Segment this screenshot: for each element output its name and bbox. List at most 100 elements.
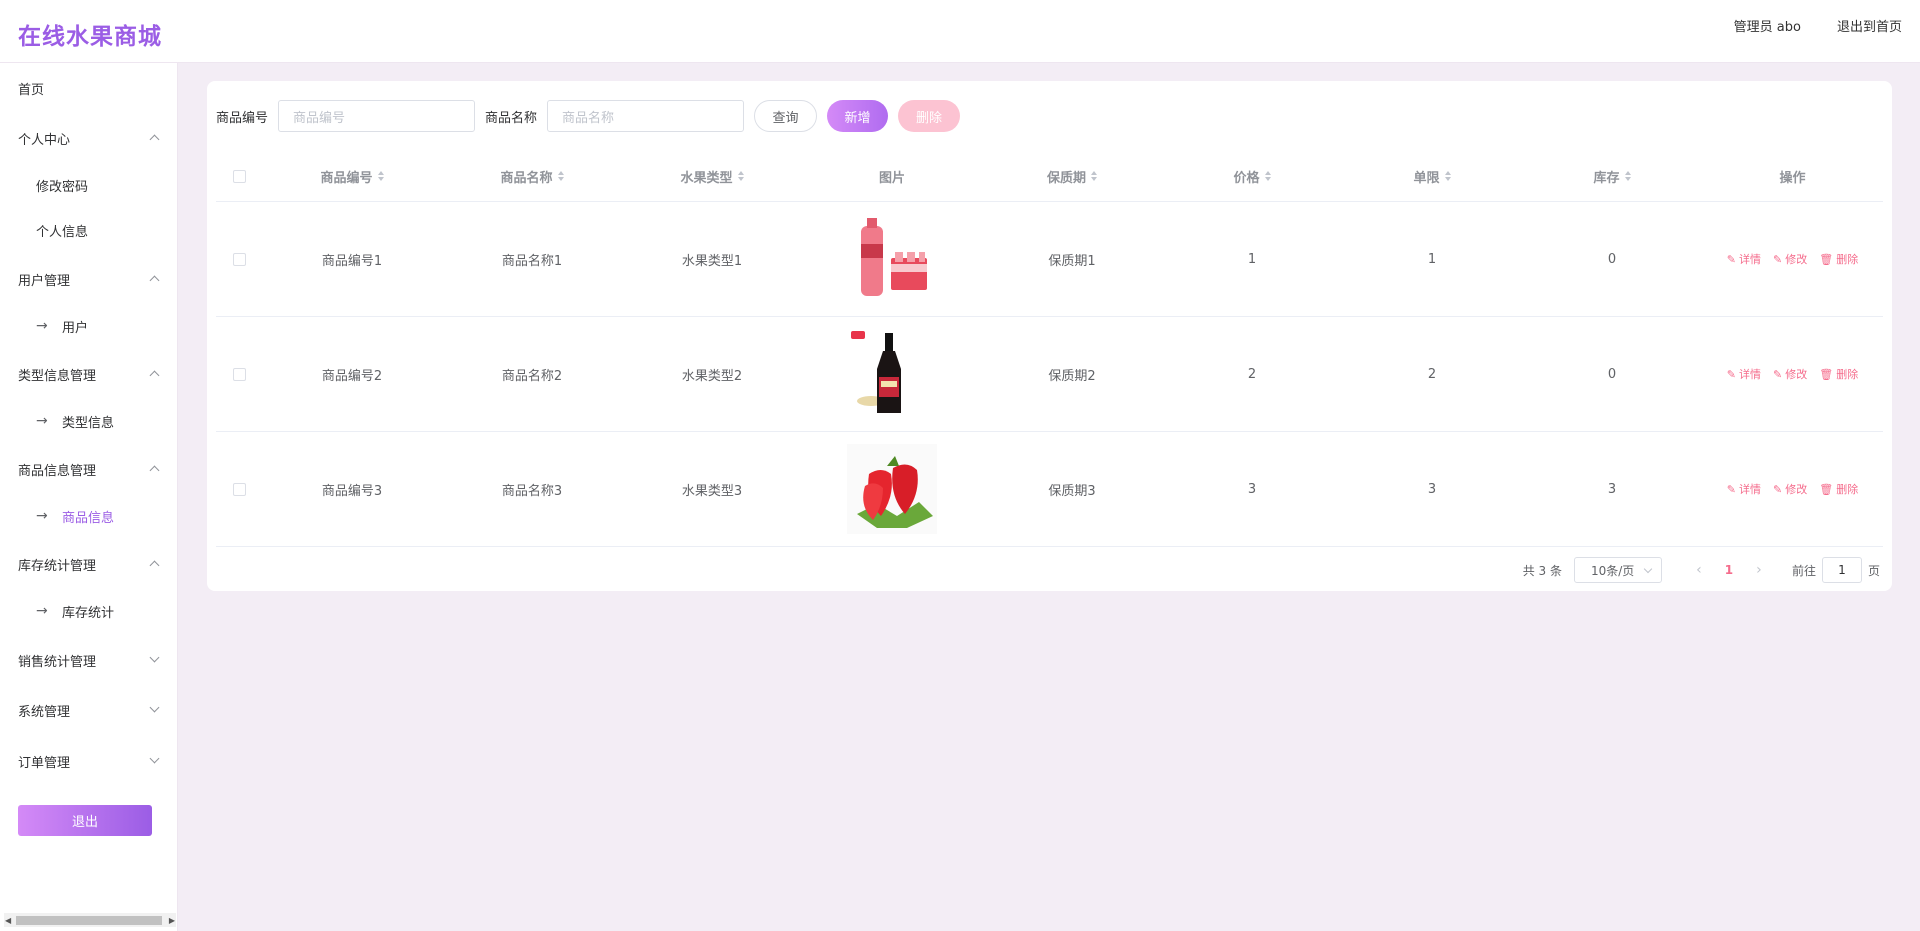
header-stock[interactable]: 库存 [1522,151,1702,201]
cell-image [802,432,982,546]
edit-button[interactable]: ✎ 修改 [1773,481,1807,497]
scroll-thumb[interactable] [16,916,162,925]
cell-stock: 0 [1607,366,1617,382]
sidebar-item-order-mgmt[interactable]: 订单管理 [0,741,178,781]
sidebar-item-goods-info[interactable]: → 商品信息 [0,496,178,536]
name-search-input[interactable]: 商品名称 [547,100,745,132]
sidebar-item-stock-mgmt[interactable]: 库存统计管理 [0,544,178,584]
header-code[interactable]: 商品编号 [262,151,442,201]
header-limit[interactable]: 单限 [1342,151,1522,201]
chevron-down-icon [149,753,160,764]
header-shelf-life[interactable]: 保质期 [982,151,1162,201]
goto-page-input[interactable]: 1 [1821,557,1862,583]
back-home-link[interactable]: 退出到首页 [1837,16,1902,35]
cell-shelf-life: 保质期1 [1048,253,1096,269]
page-number[interactable]: 1 [1714,563,1744,577]
horizontal-scrollbar[interactable]: ◀ ▶ [4,913,176,927]
next-page-icon[interactable]: › [1744,562,1774,578]
batch-delete-button[interactable]: 删除 [898,100,961,132]
sort-icon[interactable] [377,170,384,182]
edit-pen-icon: ✎ [1773,482,1783,496]
chevron-up-icon [149,465,160,476]
header-label: 保质期 [1046,170,1086,186]
delete-button[interactable]: 🗑 删除 [1819,481,1858,497]
page-jumper: 前往 1 页 [1792,557,1880,583]
admin-user-label[interactable]: 管理员 abo [1734,16,1801,35]
select-all-checkbox[interactable] [232,169,246,183]
delete-button[interactable]: 🗑 删除 [1819,251,1858,267]
sort-icon[interactable] [1624,170,1631,182]
code-label: 商品编号 [216,110,269,126]
header-label: 商品名称 [500,170,553,186]
trash-icon: 🗑 [1819,482,1834,496]
row-checkbox[interactable] [232,367,246,381]
page-size-select[interactable]: 10条/页 [1573,557,1662,583]
edit-button[interactable]: ✎ 修改 [1773,251,1807,267]
detail-button[interactable]: ✎ 详情 [1727,251,1761,267]
cell-stock: 3 [1607,481,1617,497]
cell-limit: 1 [1427,251,1437,267]
pagination: 共 3 条 10条/页 ‹ 1 › 前往 1 页 [1523,557,1880,583]
logout-button[interactable]: 退出 [18,805,152,836]
header-type[interactable]: 水果类型 [622,151,802,201]
cell-shelf-life: 保质期3 [1048,483,1096,499]
sidebar-item-user-mgmt[interactable]: 用户管理 [0,259,178,299]
sidebar-item-type-mgmt[interactable]: 类型信息管理 [0,354,178,394]
query-button[interactable]: 查询 [754,100,818,132]
row-checkbox[interactable] [232,482,246,496]
sort-icon[interactable] [557,170,564,182]
delete-button[interactable]: 🗑 删除 [1819,366,1858,382]
sidebar-item-personal-info[interactable]: 个人信息 [0,210,178,250]
sidebar-item-label: 类型信息 [62,415,115,431]
sort-icon[interactable] [737,170,744,182]
edit-label: 修改 [1785,368,1808,381]
sidebar-item-label: 订单管理 [18,755,71,771]
table-row: 商品编号2 商品名称2 水果类型2 保质期2 2 2 0 ✎ 详情 ✎ 修改 🗑… [216,317,1883,432]
scroll-right-icon[interactable]: ▶ [169,916,175,925]
sidebar-item-home[interactable]: 首页 [0,68,178,108]
sidebar-item-goods-mgmt[interactable]: 商品信息管理 [0,449,178,489]
sort-icon[interactable] [1091,170,1097,182]
sidebar-item-user[interactable]: → 用户 [0,306,178,346]
chevron-up-icon [149,134,160,145]
row-checkbox[interactable] [232,252,246,266]
chevron-up-icon [149,275,160,286]
edit-button[interactable]: ✎ 修改 [1773,366,1807,382]
sidebar-item-label: 首页 [18,82,45,98]
sidebar-item-sales-mgmt[interactable]: 销售统计管理 [0,640,178,680]
header-image: 图片 [802,151,982,201]
row-select-cell [216,432,262,546]
chevron-down-icon [149,652,160,663]
detail-button[interactable]: ✎ 详情 [1727,366,1761,382]
top-bar: 在线水果商城 管理员 abo 退出到首页 [0,0,1920,63]
sort-icon[interactable] [1444,170,1451,182]
arrow-right-icon: → [36,603,48,619]
chevron-down-icon [149,702,160,713]
sidebar-item-stock-stats[interactable]: → 库存统计 [0,591,178,631]
delete-label: 删除 [1836,483,1859,496]
cell-price: 1 [1247,251,1257,267]
scroll-left-icon[interactable]: ◀ [5,916,11,925]
sidebar: 首页 个人中心 修改密码 个人信息 用户管理 → 用户 类型信息管理 → 类型信息 … [0,63,178,931]
chevron-up-icon [149,560,160,571]
edit-label: 修改 [1785,483,1808,496]
detail-label: 详情 [1739,483,1762,496]
page-size-value: 10条/页 [1590,563,1635,578]
code-search-input[interactable]: 商品编号 [278,100,476,132]
soy-sauce-bottle-image [847,329,937,419]
select-all-cell [216,151,262,201]
sidebar-item-change-password[interactable]: 修改密码 [0,165,178,205]
edit-label: 修改 [1785,253,1808,266]
table-header: 商品编号 商品名称 水果类型 图片 保质期 价格 单限 库存 操作 [216,151,1883,202]
header-actions: 操作 [1702,151,1883,201]
prev-page-icon[interactable]: ‹ [1684,562,1714,578]
detail-button[interactable]: ✎ 详情 [1727,481,1761,497]
sidebar-item-type-info[interactable]: → 类型信息 [0,401,178,441]
sort-icon[interactable] [1264,170,1271,182]
header-price[interactable]: 价格 [1162,151,1342,201]
header-name[interactable]: 商品名称 [442,151,622,201]
sidebar-item-personal-center[interactable]: 个人中心 [0,118,178,158]
add-button[interactable]: 新增 [827,100,889,132]
cell-actions: ✎ 详情 ✎ 修改 🗑 删除 [1702,432,1883,546]
sidebar-item-system-mgmt[interactable]: 系统管理 [0,690,178,730]
